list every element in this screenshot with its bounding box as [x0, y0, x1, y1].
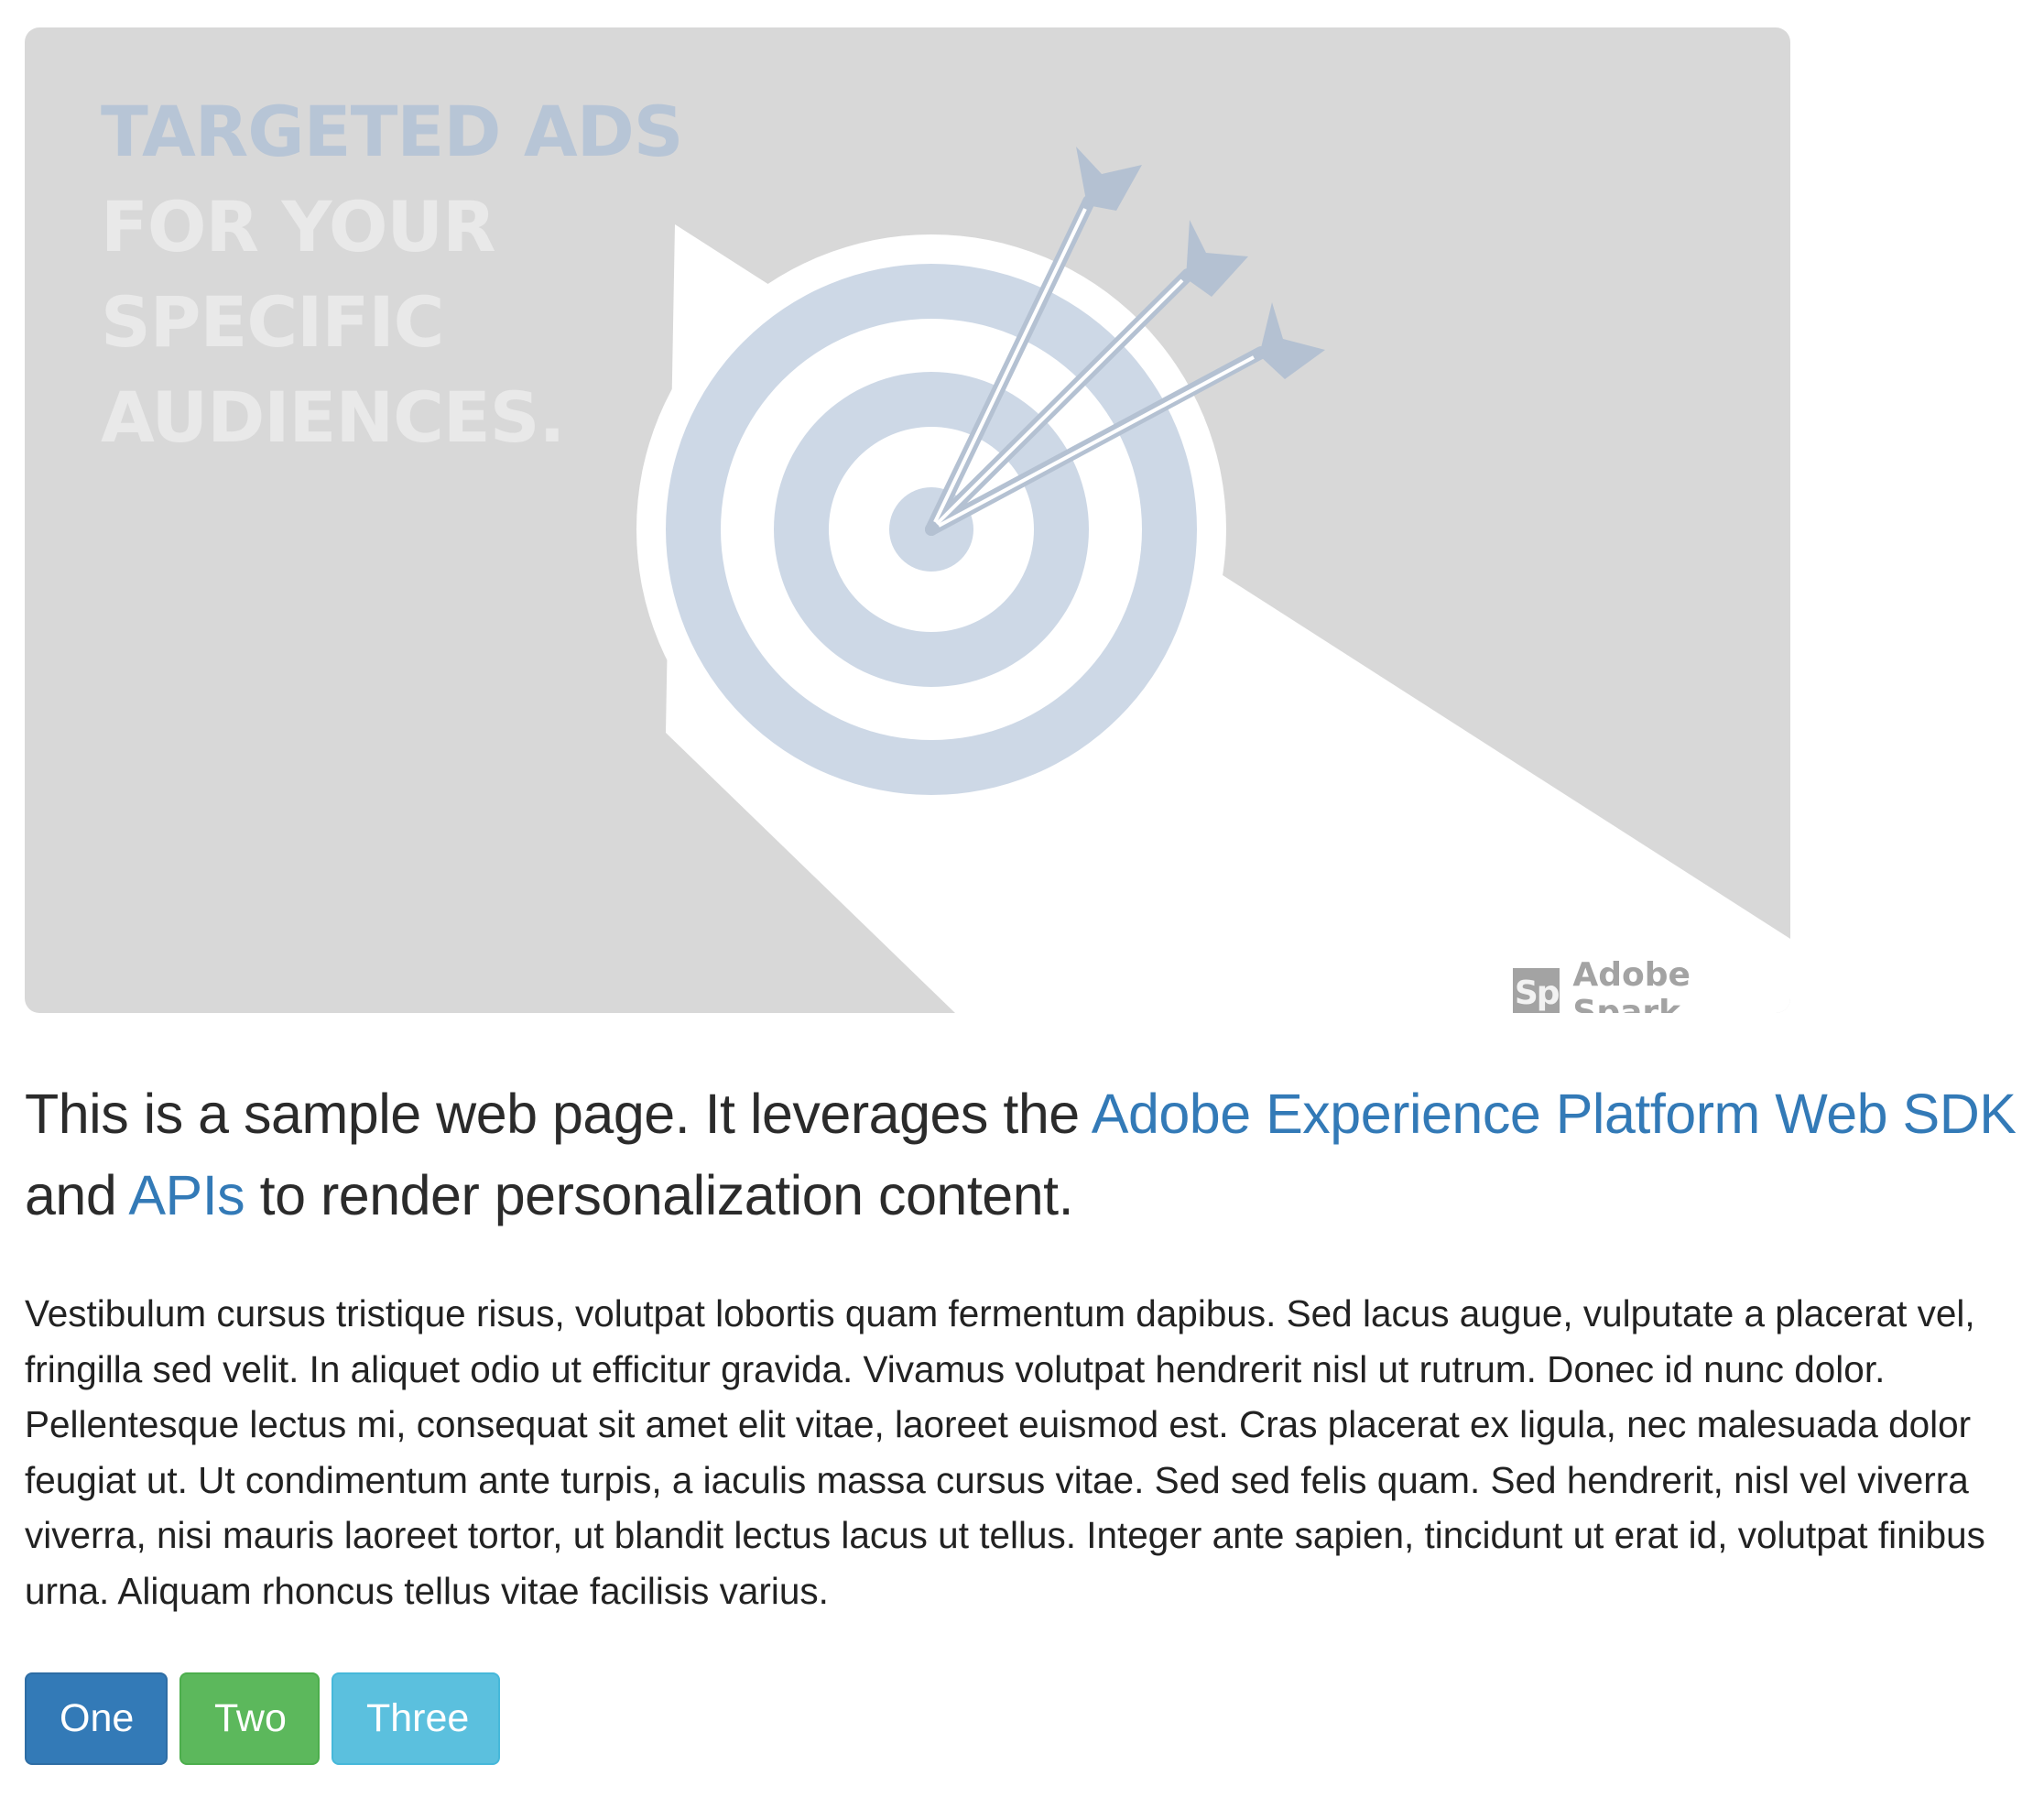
adobe-spark-logo-icon: Sp — [1513, 968, 1560, 1013]
intro-lead: This is a sample web page. It leverages … — [25, 1073, 2030, 1236]
hero-headline-line-3: SPECIFIC — [101, 281, 444, 363]
hero-headline-line-4: AUDIENCES. — [101, 376, 565, 458]
hero-headline: TARGETED ADS FOR YOUR SPECIFIC AUDIENCES… — [101, 84, 684, 465]
web-sdk-link[interactable]: Adobe Experience Platform Web SDK — [1092, 1083, 2017, 1145]
hero-headline-line-2: FOR YOUR — [101, 186, 496, 267]
adobe-spark-watermark: Sp Adobe Spark — [1513, 956, 1790, 1013]
intro-text-before: This is a sample web page. It leverages … — [25, 1083, 1092, 1145]
button-group: One Two Three — [25, 1672, 500, 1765]
adobe-spark-label: Adobe Spark — [1572, 956, 1691, 1013]
two-button[interactable]: Two — [179, 1672, 320, 1765]
body-paragraph: Vestibulum cursus tristique risus, volut… — [25, 1292, 1985, 1612]
intro-text-middle: and — [25, 1164, 129, 1226]
intro-text-after: to render personalization content. — [245, 1164, 1074, 1226]
fletching-3 — [1259, 302, 1325, 379]
three-button[interactable]: Three — [332, 1672, 500, 1765]
hero-headline-line-1: TARGETED ADS — [101, 91, 684, 172]
apis-link[interactable]: APIs — [128, 1164, 245, 1226]
fletching-2 — [1186, 220, 1248, 297]
hero-banner: TARGETED ADS FOR YOUR SPECIFIC AUDIENCES… — [25, 27, 1790, 1013]
one-button[interactable]: One — [25, 1672, 168, 1765]
